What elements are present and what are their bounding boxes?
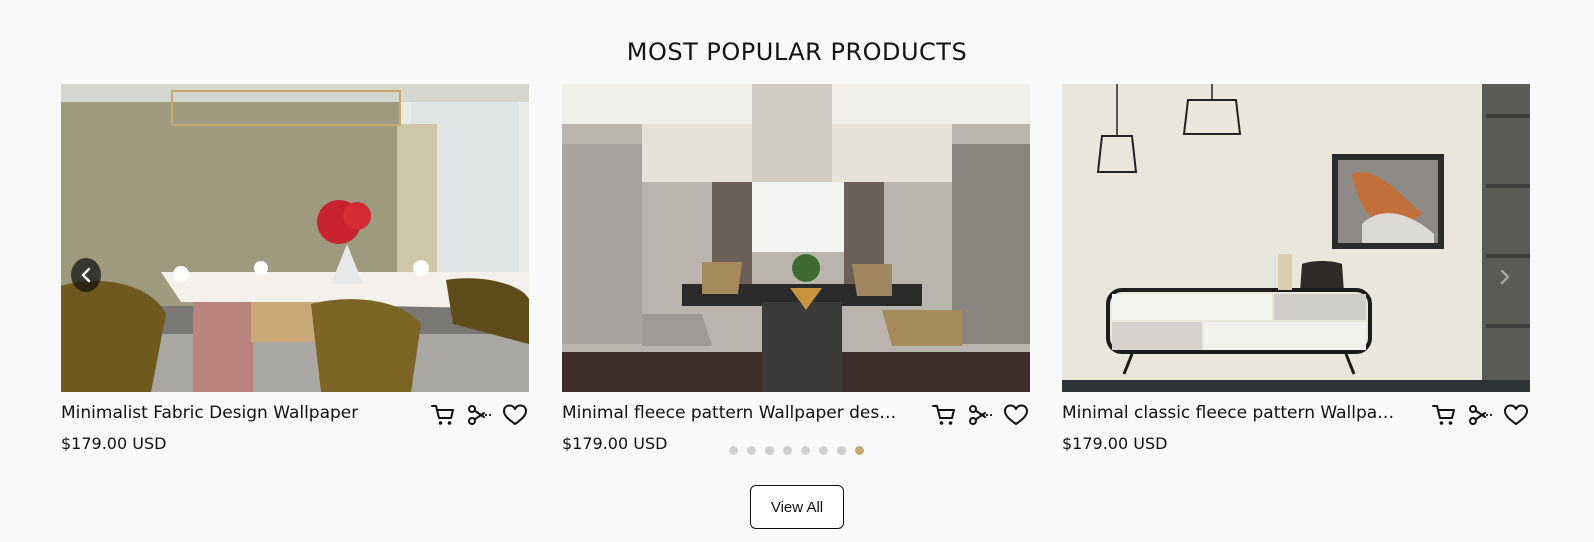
product-actions — [429, 401, 529, 429]
wishlist-button[interactable] — [1502, 401, 1530, 429]
product-image[interactable] — [562, 84, 1030, 392]
product-actions — [1430, 401, 1530, 429]
carousel-dot[interactable] — [783, 446, 792, 455]
product-card[interactable]: Minimal fleece pattern Wallpaper design … — [562, 84, 1030, 453]
heart-icon — [503, 404, 527, 425]
product-card[interactable]: Minimal classic fleece pattern Wallpaper… — [1062, 84, 1530, 453]
wishlist-button[interactable] — [501, 401, 529, 429]
sample-button[interactable] — [966, 401, 994, 429]
carousel-prev-button[interactable] — [71, 258, 101, 292]
chevron-right-icon — [1500, 269, 1510, 285]
product-price: $179.00 USD — [1062, 434, 1168, 453]
carousel-dot[interactable] — [855, 446, 864, 455]
wishlist-button[interactable] — [1002, 401, 1030, 429]
product-carousel: Minimalist Fabric Design Wallpaper $179.… — [61, 84, 1530, 454]
product-card[interactable]: Minimalist Fabric Design Wallpaper $179.… — [61, 84, 529, 453]
scissors-icon — [468, 405, 491, 425]
chevron-left-icon — [81, 267, 91, 283]
sample-button[interactable] — [1466, 401, 1494, 429]
carousel-dot[interactable] — [765, 446, 774, 455]
add-to-cart-button[interactable] — [1430, 401, 1458, 429]
carousel-dot[interactable] — [729, 446, 738, 455]
carousel-dot[interactable] — [837, 446, 846, 455]
product-actions — [930, 401, 1030, 429]
scissors-icon — [969, 405, 992, 425]
popular-products-section: MOST POPULAR PRODUCTS Minimalist Fabric … — [0, 0, 1594, 542]
view-all-button[interactable]: View All — [750, 485, 844, 529]
product-name[interactable]: Minimalist Fabric Design Wallpaper — [61, 403, 358, 423]
add-to-cart-button[interactable] — [429, 401, 457, 429]
cart-icon — [932, 405, 955, 425]
cart-icon — [1432, 405, 1455, 425]
product-image[interactable] — [1062, 84, 1530, 392]
carousel-pagination — [729, 446, 864, 455]
add-to-cart-button[interactable] — [930, 401, 958, 429]
carousel-dot[interactable] — [801, 446, 810, 455]
carousel-dot[interactable] — [747, 446, 756, 455]
product-name[interactable]: Minimal classic fleece pattern Wallpaper… — [1062, 403, 1397, 423]
product-price: $179.00 USD — [562, 434, 668, 453]
carousel-dot[interactable] — [819, 446, 828, 455]
sample-button[interactable] — [465, 401, 493, 429]
product-name[interactable]: Minimal fleece pattern Wallpaper design — [562, 403, 897, 423]
section-title: MOST POPULAR PRODUCTS — [626, 38, 968, 66]
heart-icon — [1504, 404, 1528, 425]
product-image[interactable] — [61, 84, 529, 392]
carousel-next-button[interactable] — [1492, 262, 1518, 292]
cart-icon — [431, 405, 454, 425]
product-price: $179.00 USD — [61, 434, 167, 453]
heart-icon — [1004, 404, 1028, 425]
scissors-icon — [1469, 405, 1492, 425]
